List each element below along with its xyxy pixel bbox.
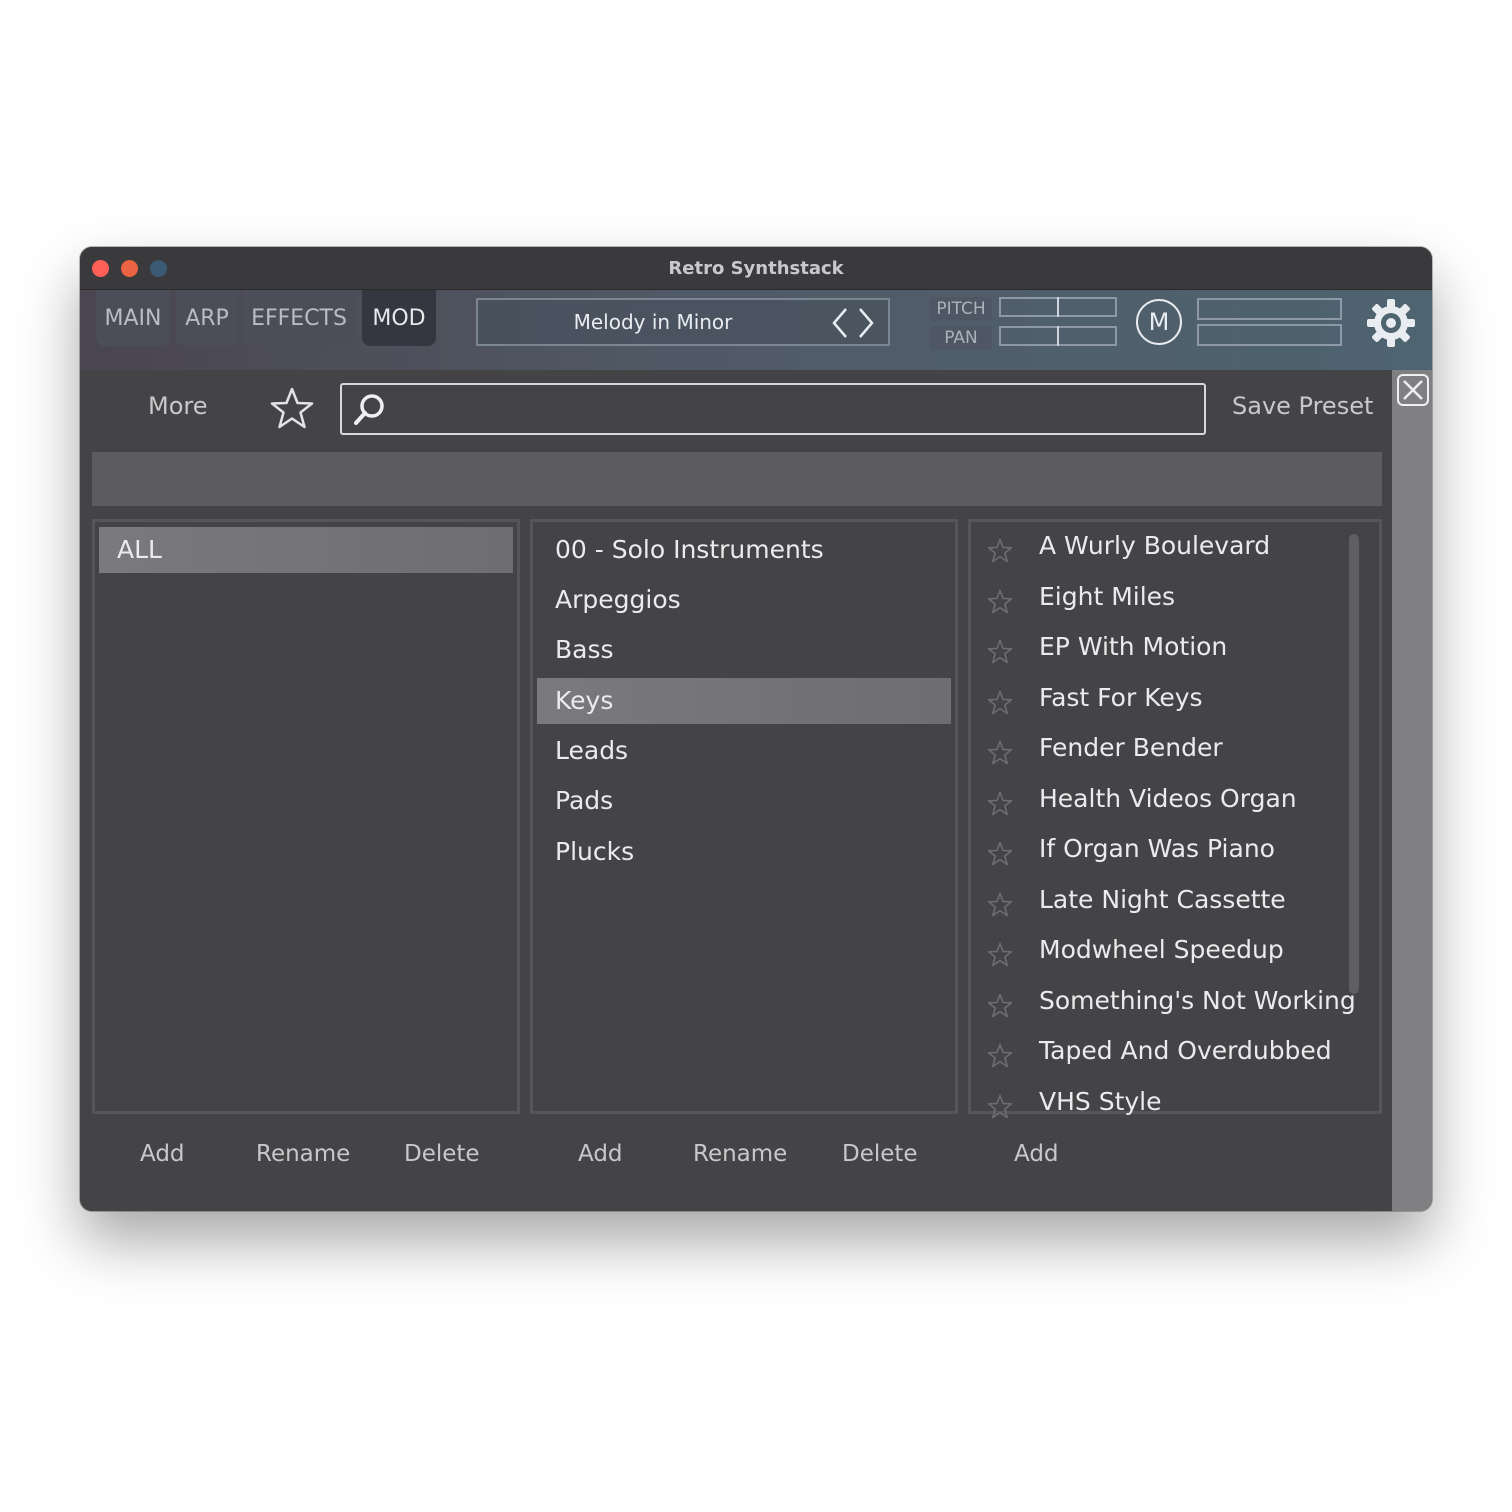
search-field[interactable]: [340, 383, 1206, 435]
star-icon[interactable]: [987, 841, 1013, 867]
preset-item[interactable]: Fender Bender: [971, 727, 1355, 777]
preset-item-label: Taped And Overdubbed: [1039, 1036, 1332, 1065]
preset-list-scrollbar[interactable]: [1349, 534, 1359, 994]
preset-item-label: Eight Miles: [1039, 581, 1176, 611]
tab-arp[interactable]: ARP: [176, 290, 238, 346]
preset-item[interactable]: Modwheel Speedup: [971, 929, 1355, 979]
pan-slider[interactable]: [999, 326, 1117, 346]
preset-item-label: Modwheel Speedup: [1039, 935, 1284, 964]
preset-item-label: If Organ Was Piano: [1039, 834, 1275, 863]
preset-selector[interactable]: Melody in Minor: [476, 298, 890, 346]
synth-header: MAIN ARP EFFECTS MOD Melody in Minor PIT…: [80, 290, 1432, 370]
preset-item-label: Late Night Cassette: [1039, 884, 1286, 914]
preset-item[interactable]: A Wurly Boulevard: [971, 525, 1355, 575]
category-item[interactable]: Pads: [537, 778, 951, 824]
preset-item-label: Fender Bender: [1039, 733, 1223, 762]
star-icon[interactable]: [987, 892, 1013, 918]
preset-item[interactable]: Eight Miles: [971, 576, 1355, 626]
preset-item[interactable]: VHS Style: [971, 1081, 1355, 1131]
pan-label: PAN: [930, 326, 992, 350]
preset-item[interactable]: If Organ Was Piano: [971, 828, 1355, 878]
level-meter-top: [1197, 298, 1342, 320]
star-icon[interactable]: [987, 1094, 1013, 1120]
category-item-selected[interactable]: Keys: [537, 678, 951, 724]
category-add-button[interactable]: Add: [578, 1141, 623, 1167]
preset-item-label: Health Videos Organ: [1039, 783, 1297, 813]
category-item[interactable]: 00 - Solo Instruments: [537, 527, 951, 573]
category-rename-button[interactable]: Rename: [693, 1141, 787, 1167]
star-icon[interactable]: [987, 589, 1013, 615]
preset-browser: More Save Preset ALL 00 - Solo Instrumen…: [80, 370, 1392, 1211]
close-icon[interactable]: [1396, 373, 1430, 407]
preset-item[interactable]: Taped And Overdubbed: [971, 1030, 1355, 1080]
midi-learn-button[interactable]: M: [1136, 299, 1182, 345]
preset-item[interactable]: Something's Not Working: [971, 980, 1355, 1030]
star-icon[interactable]: [987, 639, 1013, 665]
preset-item-label: EP With Motion: [1039, 632, 1228, 661]
browser-side-strip: [1392, 370, 1432, 1211]
bank-item-all[interactable]: ALL: [99, 527, 513, 573]
category-item[interactable]: Arpeggios: [537, 577, 951, 623]
category-list: 00 - Solo Instruments Arpeggios Bass Key…: [530, 519, 958, 1114]
preset-list: A Wurly Boulevard Eight Miles EP With Moti…: [968, 519, 1382, 1118]
bank-add-button[interactable]: Add: [140, 1141, 185, 1167]
app-window: Retro Synthstack MAIN ARP EFFECTS MOD Me…: [80, 247, 1432, 1211]
title-bar: Retro Synthstack: [80, 247, 1432, 290]
preset-item[interactable]: Health Videos Organ: [971, 778, 1355, 828]
category-item[interactable]: Bass: [537, 627, 951, 673]
preset-add-button[interactable]: Add: [1014, 1141, 1059, 1167]
preset-item-label: A Wurly Boulevard: [1039, 531, 1271, 560]
level-meter-bottom: [1197, 324, 1342, 346]
star-icon[interactable]: [987, 791, 1013, 817]
search-icon: [354, 394, 384, 425]
preset-item[interactable]: Late Night Cassette: [971, 879, 1355, 929]
star-icon[interactable]: [987, 993, 1013, 1019]
preset-name: Melody in Minor: [573, 310, 733, 334]
category-delete-button[interactable]: Delete: [842, 1141, 918, 1167]
window-title: Retro Synthstack: [668, 258, 844, 279]
preset-item[interactable]: Fast For Keys: [971, 677, 1355, 727]
search-input[interactable]: [398, 393, 1188, 425]
bank-rename-button[interactable]: Rename: [256, 1141, 350, 1167]
tab-main[interactable]: MAIN: [96, 290, 170, 346]
preset-item-label: Fast For Keys: [1039, 682, 1203, 712]
star-icon[interactable]: [268, 386, 316, 432]
more-button[interactable]: More: [148, 392, 208, 420]
bank-list: ALL: [92, 519, 520, 1114]
pitch-slider[interactable]: [999, 297, 1117, 317]
star-icon[interactable]: [987, 538, 1013, 564]
preset-item[interactable]: EP With Motion: [971, 626, 1355, 676]
star-icon[interactable]: [987, 1043, 1013, 1069]
category-item[interactable]: Plucks: [537, 829, 951, 875]
bank-delete-button[interactable]: Delete: [404, 1141, 480, 1167]
tab-mod[interactable]: MOD: [362, 290, 436, 346]
chevron-left-right-icon[interactable]: [828, 305, 878, 341]
pitch-label: PITCH: [930, 297, 992, 321]
category-item[interactable]: Leads: [537, 728, 951, 774]
star-icon[interactable]: [987, 942, 1013, 968]
save-preset-button[interactable]: Save Preset: [1232, 392, 1373, 420]
preset-item-label: Something's Not Working: [1039, 985, 1355, 1015]
preset-item-label: VHS Style: [1039, 1086, 1162, 1116]
tab-effects[interactable]: EFFECTS: [244, 290, 354, 346]
star-icon[interactable]: [987, 740, 1013, 766]
gear-icon[interactable]: [1366, 298, 1416, 348]
tag-filter-bar[interactable]: [92, 452, 1382, 506]
star-icon[interactable]: [987, 690, 1013, 716]
